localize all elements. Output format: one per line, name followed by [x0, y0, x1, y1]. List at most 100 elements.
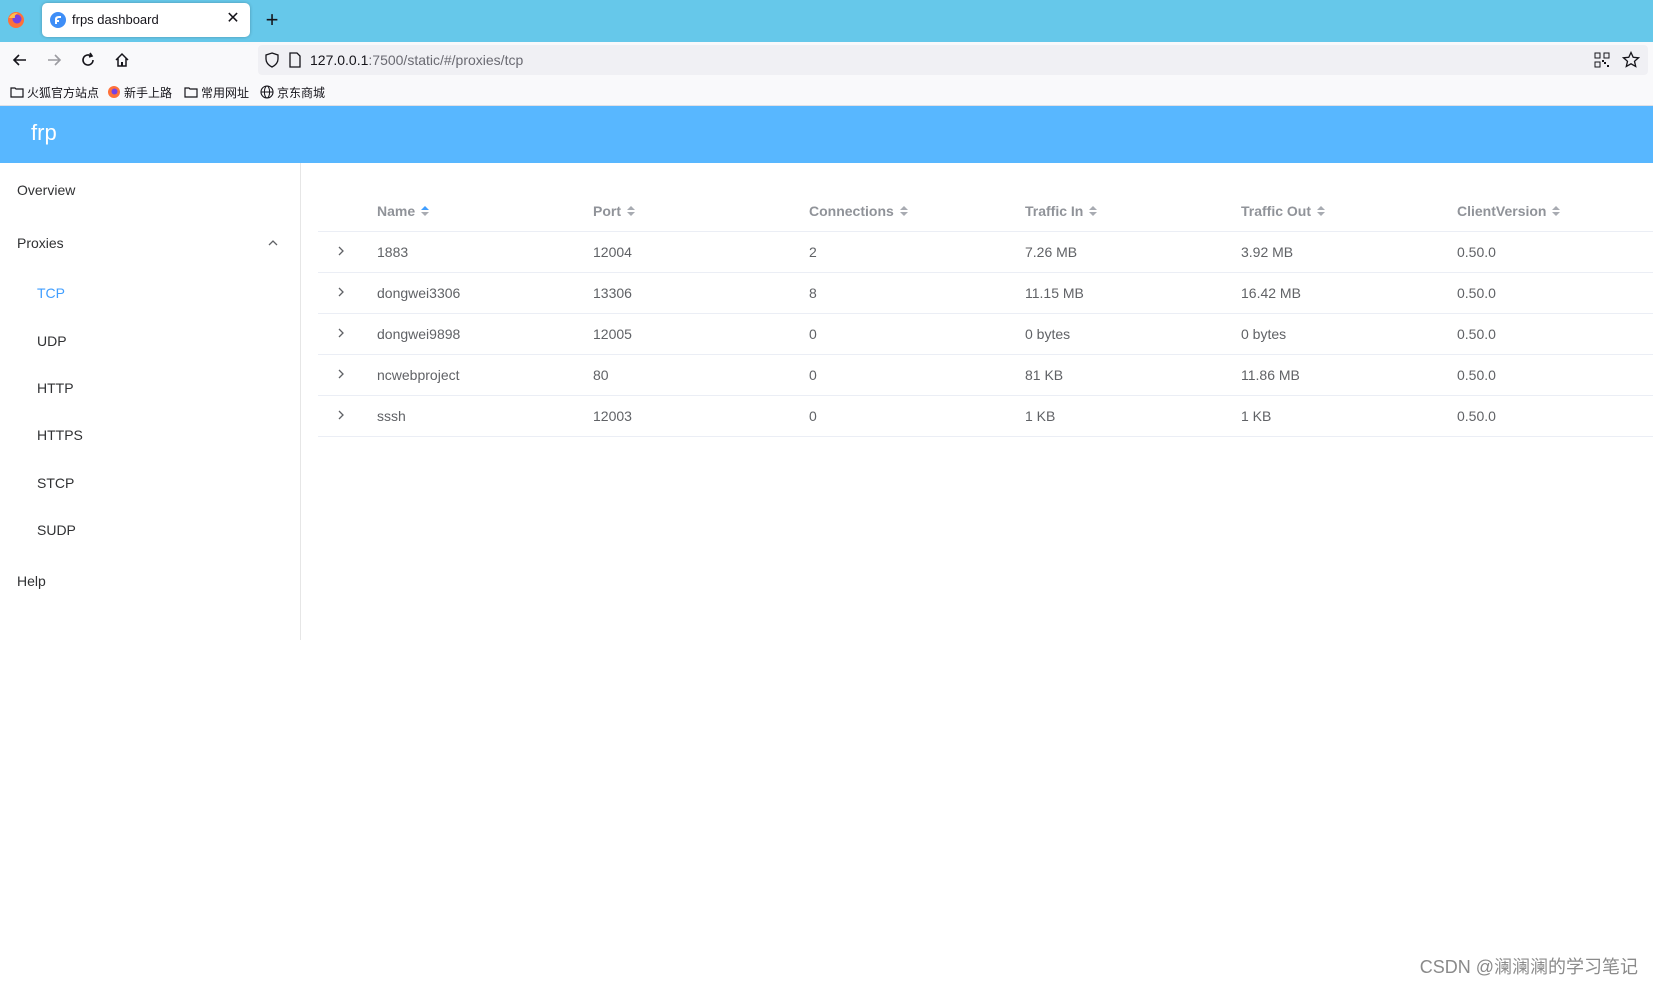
new-tab-button[interactable]: +: [260, 8, 284, 32]
sort-caret-icon[interactable]: [420, 205, 430, 217]
column-header-label: Traffic In: [1025, 203, 1084, 219]
cell-client-version: 0.50.0: [1457, 367, 1496, 383]
home-icon: [115, 52, 129, 67]
page-icon: [289, 52, 301, 68]
url-path: :7500/static/#/proxies/tcp: [368, 52, 524, 68]
firefox-icon: [107, 85, 121, 99]
sort-caret-icon[interactable]: [626, 205, 636, 217]
folder-icon: [10, 86, 24, 98]
expand-arrow-icon[interactable]: [334, 367, 348, 381]
column-header-label: Port: [593, 203, 621, 219]
cell-traffic-in: 11.15 MB: [1025, 285, 1084, 301]
sort-caret-icon[interactable]: [899, 205, 909, 217]
shield-icon[interactable]: [264, 52, 280, 68]
sidebar: Overview Proxies TCP UDP HTTP HTTPS STCP…: [0, 163, 301, 640]
column-header-label: Traffic Out: [1241, 203, 1312, 219]
cell-port: 12003: [593, 408, 632, 424]
sidebar-item-proxies[interactable]: Proxies: [0, 235, 300, 255]
table-row[interactable]: dongwei9898 12005 0 0 bytes 0 bytes 0.50…: [318, 314, 1653, 355]
cell-traffic-out: 0 bytes: [1241, 326, 1287, 342]
sidebar-item-label: Help: [17, 573, 46, 589]
browser-tab-bar: frps dashboard ✕ +: [0, 0, 1653, 42]
cell-traffic-out: 11.86 MB: [1241, 367, 1300, 383]
cell-port: 12004: [593, 244, 632, 260]
sidebar-item-https[interactable]: HTTPS: [0, 427, 300, 447]
sidebar-item-sudp[interactable]: SUDP: [0, 522, 300, 542]
csdn-watermark: CSDN @澜澜澜的学习笔记: [1419, 957, 1638, 977]
sidebar-item-stcp[interactable]: STCP: [0, 475, 300, 495]
cell-name: 1883: [377, 244, 409, 260]
cell-connections: 0: [809, 367, 817, 383]
address-bar[interactable]: 127.0.0.1:7500/static/#/proxies/tcp: [258, 45, 1648, 75]
firefox-menu-icon[interactable]: [6, 10, 26, 30]
cell-client-version: 0.50.0: [1457, 408, 1496, 424]
column-header-name[interactable]: Name: [377, 203, 430, 219]
cell-name: ncwebproject: [377, 367, 460, 383]
bookmark-item[interactable]: 常用网址: [184, 84, 249, 100]
cell-port: 13306: [593, 285, 632, 301]
sort-caret-icon[interactable]: [1316, 205, 1326, 217]
column-header-label: Name: [377, 203, 416, 219]
table-row[interactable]: ncwebproject 80 0 81 KB 11.86 MB 0.50.0: [318, 355, 1653, 396]
forward-arrow-icon: [48, 54, 62, 66]
app-brand[interactable]: frp: [31, 120, 57, 146]
back-arrow-icon: [12, 54, 26, 66]
sidebar-item-label: SUDP: [37, 522, 76, 538]
expand-arrow-icon[interactable]: [334, 285, 348, 299]
cell-traffic-out: 1 KB: [1241, 408, 1272, 424]
reload-button[interactable]: [76, 48, 100, 72]
sidebar-item-tcp[interactable]: TCP: [0, 285, 300, 305]
sort-caret-icon[interactable]: [1088, 205, 1098, 217]
globe-icon: [260, 85, 274, 99]
expand-arrow-icon[interactable]: [334, 408, 348, 422]
column-header-label: Connections: [809, 203, 894, 219]
sidebar-item-overview[interactable]: Overview: [0, 182, 300, 202]
column-header-port[interactable]: Port: [593, 203, 636, 219]
url-text[interactable]: 127.0.0.1:7500/static/#/proxies/tcp: [310, 52, 523, 68]
expand-arrow-icon[interactable]: [334, 244, 348, 258]
table-row[interactable]: dongwei3306 13306 8 11.15 MB 16.42 MB 0.…: [318, 273, 1653, 314]
bookmark-item[interactable]: 火狐官方站点: [10, 84, 99, 100]
column-header-label: ClientVersion: [1457, 203, 1547, 219]
bookmark-item[interactable]: 新手上路: [107, 84, 172, 100]
bookmark-label: 新手上路: [124, 85, 173, 100]
frp-favicon-icon: [50, 12, 66, 28]
url-host: 127.0.0.1: [310, 52, 369, 68]
column-header-client-version[interactable]: ClientVersion: [1457, 203, 1561, 219]
expand-arrow-icon[interactable]: [334, 326, 348, 340]
cell-port: 80: [593, 367, 609, 383]
column-header-traffic-in[interactable]: Traffic In: [1025, 203, 1098, 219]
table-row[interactable]: 1883 12004 2 7.26 MB 3.92 MB 0.50.0: [318, 232, 1653, 273]
sidebar-item-label: Proxies: [17, 235, 64, 251]
sidebar-item-http[interactable]: HTTP: [0, 380, 300, 400]
cell-name: sssh: [377, 408, 406, 424]
bookmarks-bar: 火狐官方站点 新手上路 常用网址 京东商城: [0, 78, 1653, 106]
tab-close-icon[interactable]: ✕: [224, 10, 242, 28]
forward-button[interactable]: [42, 48, 66, 72]
sort-caret-icon[interactable]: [1551, 205, 1561, 217]
folder-icon: [184, 86, 198, 98]
browser-tab[interactable]: frps dashboard ✕: [42, 3, 250, 37]
sidebar-item-label: HTTP: [37, 380, 74, 396]
home-button[interactable]: [110, 48, 134, 72]
cell-traffic-in: 1 KB: [1025, 408, 1056, 424]
sidebar-item-help[interactable]: Help: [0, 573, 300, 593]
sidebar-item-label: STCP: [37, 475, 75, 491]
cell-port: 12005: [593, 326, 632, 342]
cell-traffic-in: 7.26 MB: [1025, 244, 1078, 260]
table-row[interactable]: sssh 12003 0 1 KB 1 KB 0.50.0: [318, 396, 1653, 437]
sidebar-item-label: Overview: [17, 182, 76, 198]
sidebar-item-udp[interactable]: UDP: [0, 333, 300, 353]
cell-connections: 8: [809, 285, 817, 301]
cell-client-version: 0.50.0: [1457, 244, 1496, 260]
column-header-connections[interactable]: Connections: [809, 203, 909, 219]
bookmark-item[interactable]: 京东商城: [260, 84, 325, 100]
sidebar-item-label: TCP: [37, 285, 65, 301]
cell-traffic-out: 16.42 MB: [1241, 285, 1301, 301]
cell-client-version: 0.50.0: [1457, 285, 1496, 301]
bookmark-star-icon[interactable]: [1622, 51, 1640, 69]
back-button[interactable]: [8, 48, 32, 72]
column-header-traffic-out[interactable]: Traffic Out: [1241, 203, 1326, 219]
cell-connections: 2: [809, 244, 817, 260]
qr-code-icon[interactable]: [1594, 52, 1610, 68]
